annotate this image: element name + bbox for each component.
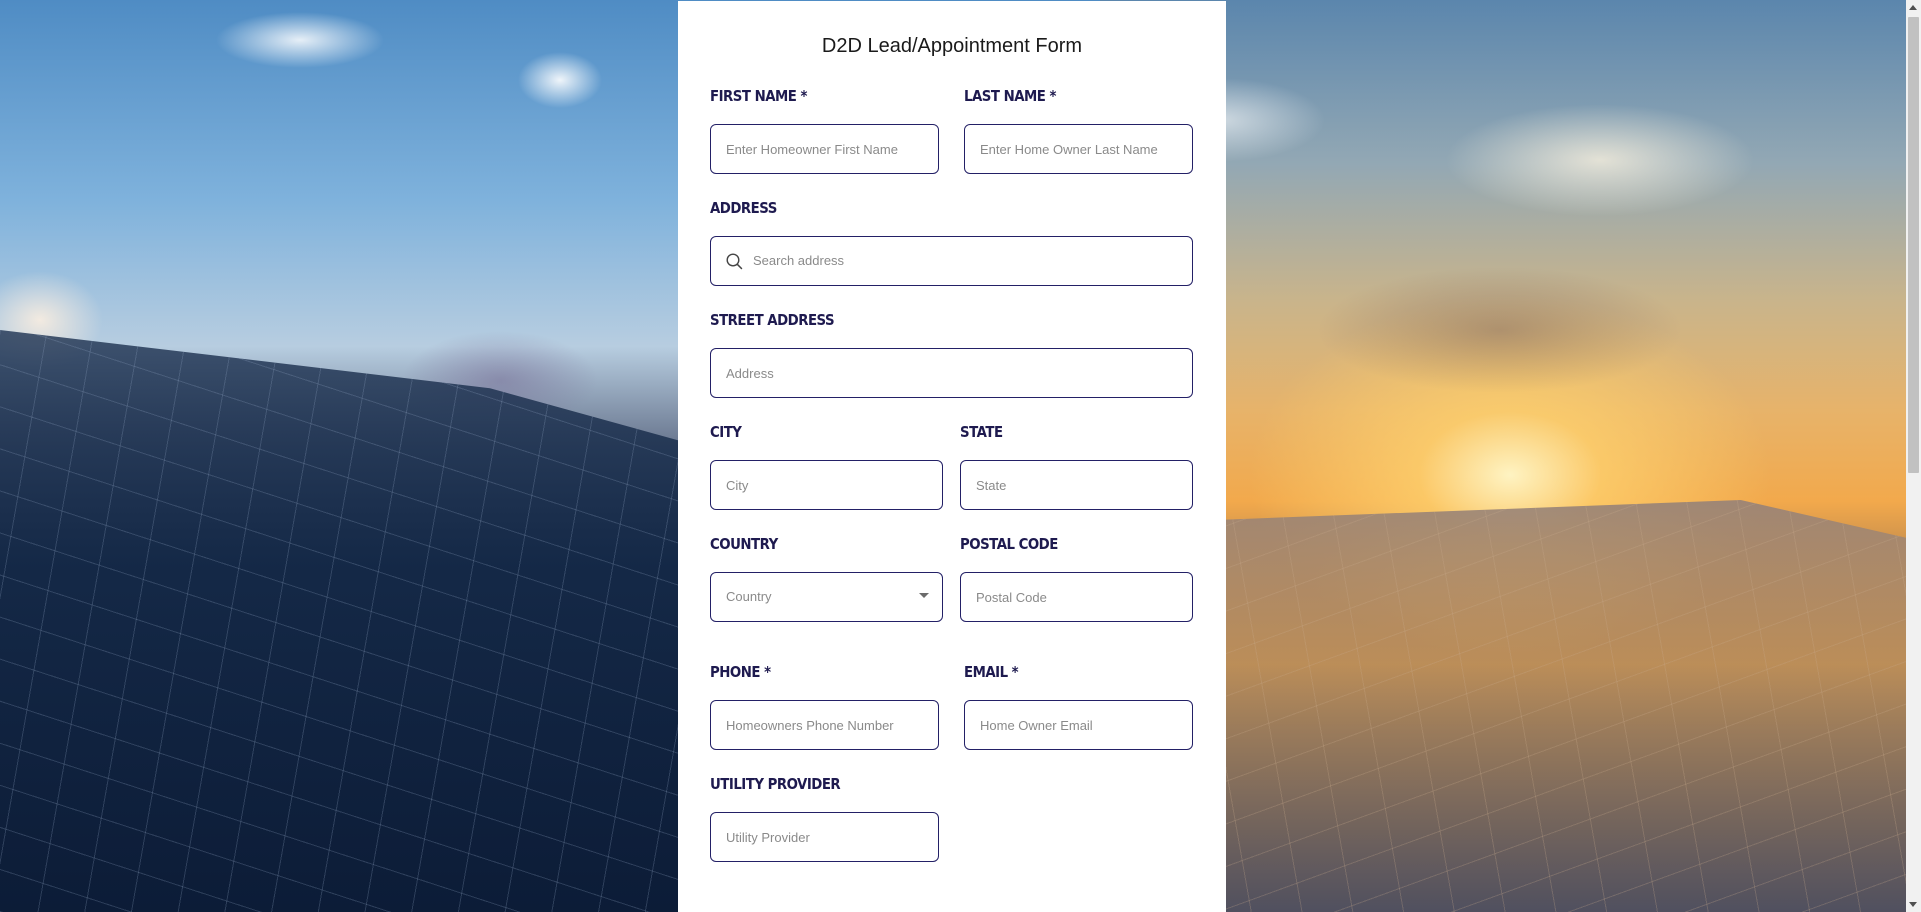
postal-code-input[interactable] xyxy=(960,572,1193,622)
background-solar-image: D2D Lead/Appointment Form FIRST NAME * L… xyxy=(0,0,1921,912)
phone-label: PHONE * xyxy=(710,663,771,681)
last-name-input[interactable] xyxy=(964,124,1193,174)
country-label: COUNTRY xyxy=(710,535,778,553)
lead-form-card: D2D Lead/Appointment Form FIRST NAME * L… xyxy=(678,1,1226,912)
background-solar-panels-right xyxy=(1200,500,1921,912)
form-title: D2D Lead/Appointment Form xyxy=(821,35,1083,57)
first-name-input[interactable] xyxy=(710,124,939,174)
address-search-field[interactable] xyxy=(710,236,1193,286)
state-input[interactable] xyxy=(960,460,1193,510)
city-label: CITY xyxy=(710,423,742,441)
country-select-value: Country xyxy=(726,589,772,604)
phone-input[interactable] xyxy=(710,700,939,750)
address-search-input[interactable] xyxy=(753,237,1173,284)
chevron-down-icon xyxy=(919,593,929,598)
utility-provider-label: UTILITY PROVIDER xyxy=(710,775,841,793)
first-name-label: FIRST NAME * xyxy=(710,87,807,105)
street-address-label: STREET ADDRESS xyxy=(710,311,835,329)
city-input[interactable] xyxy=(710,460,943,510)
address-label: ADDRESS xyxy=(710,199,777,217)
email-input[interactable] xyxy=(964,700,1193,750)
utility-provider-input[interactable] xyxy=(710,812,939,862)
page-scrollbar[interactable] xyxy=(1906,0,1921,912)
scrollbar-thumb[interactable] xyxy=(1908,17,1919,473)
scroll-up-icon[interactable] xyxy=(1909,5,1917,10)
search-icon xyxy=(726,253,743,270)
state-label: STATE xyxy=(960,423,1003,441)
scroll-down-icon[interactable] xyxy=(1909,902,1917,907)
last-name-label: LAST NAME * xyxy=(964,87,1056,105)
country-select[interactable]: Country xyxy=(710,572,943,622)
street-address-input[interactable] xyxy=(710,348,1193,398)
postal-code-label: POSTAL CODE xyxy=(960,535,1058,553)
email-label: EMAIL * xyxy=(964,663,1019,681)
